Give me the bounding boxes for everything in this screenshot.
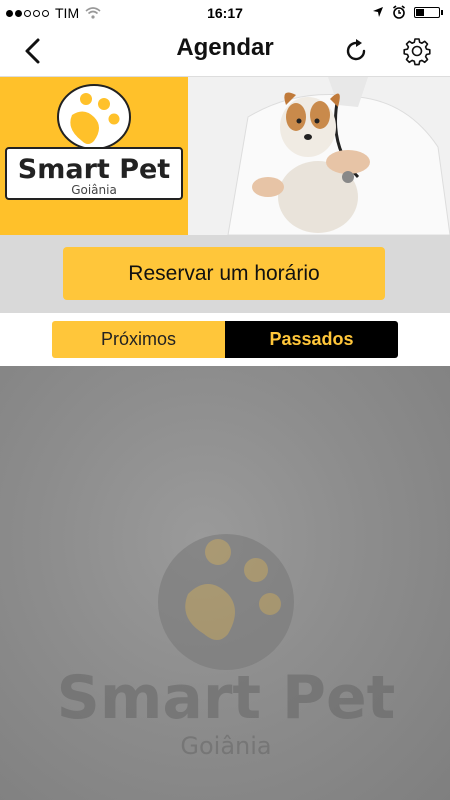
logo-city-text: Goiânia [71,183,117,197]
tab-past[interactable]: Passados [225,321,398,358]
watermark-brand-text: Smart Pet [57,663,396,733]
segmented-control: Próximos Passados [52,321,398,358]
logo-brand-text: Smart Pet [18,154,171,185]
appointments-list-area: Smart Pet Goiânia [0,366,450,800]
vet-dog-photo [188,77,450,235]
location-arrow-icon [373,7,383,17]
smart-pet-logo: Smart Pet Goiânia [5,84,183,200]
alarm-clock-icon [393,5,405,19]
tab-upcoming[interactable]: Próximos [52,321,225,358]
reserve-section: Reservar um horário [0,235,450,313]
reserve-appointment-button[interactable]: Reservar um horário [63,247,385,300]
page-title: Agendar [176,34,274,61]
status-right [372,5,443,19]
watermark-city-text: Goiânia [180,732,271,760]
navigation-bar: Agendar [0,26,450,77]
hero-banner: Smart Pet Goiânia [0,77,450,235]
brand-logo-panel: Smart Pet Goiânia [0,77,188,235]
status-bar: TIM 16:17 [0,0,450,26]
refresh-icon[interactable] [342,37,370,65]
appointments-filter: Próximos Passados [0,313,450,366]
battery-icon [414,6,443,18]
gear-icon[interactable] [402,36,432,66]
smart-pet-watermark: Smart Pet Goiânia [57,534,396,760]
